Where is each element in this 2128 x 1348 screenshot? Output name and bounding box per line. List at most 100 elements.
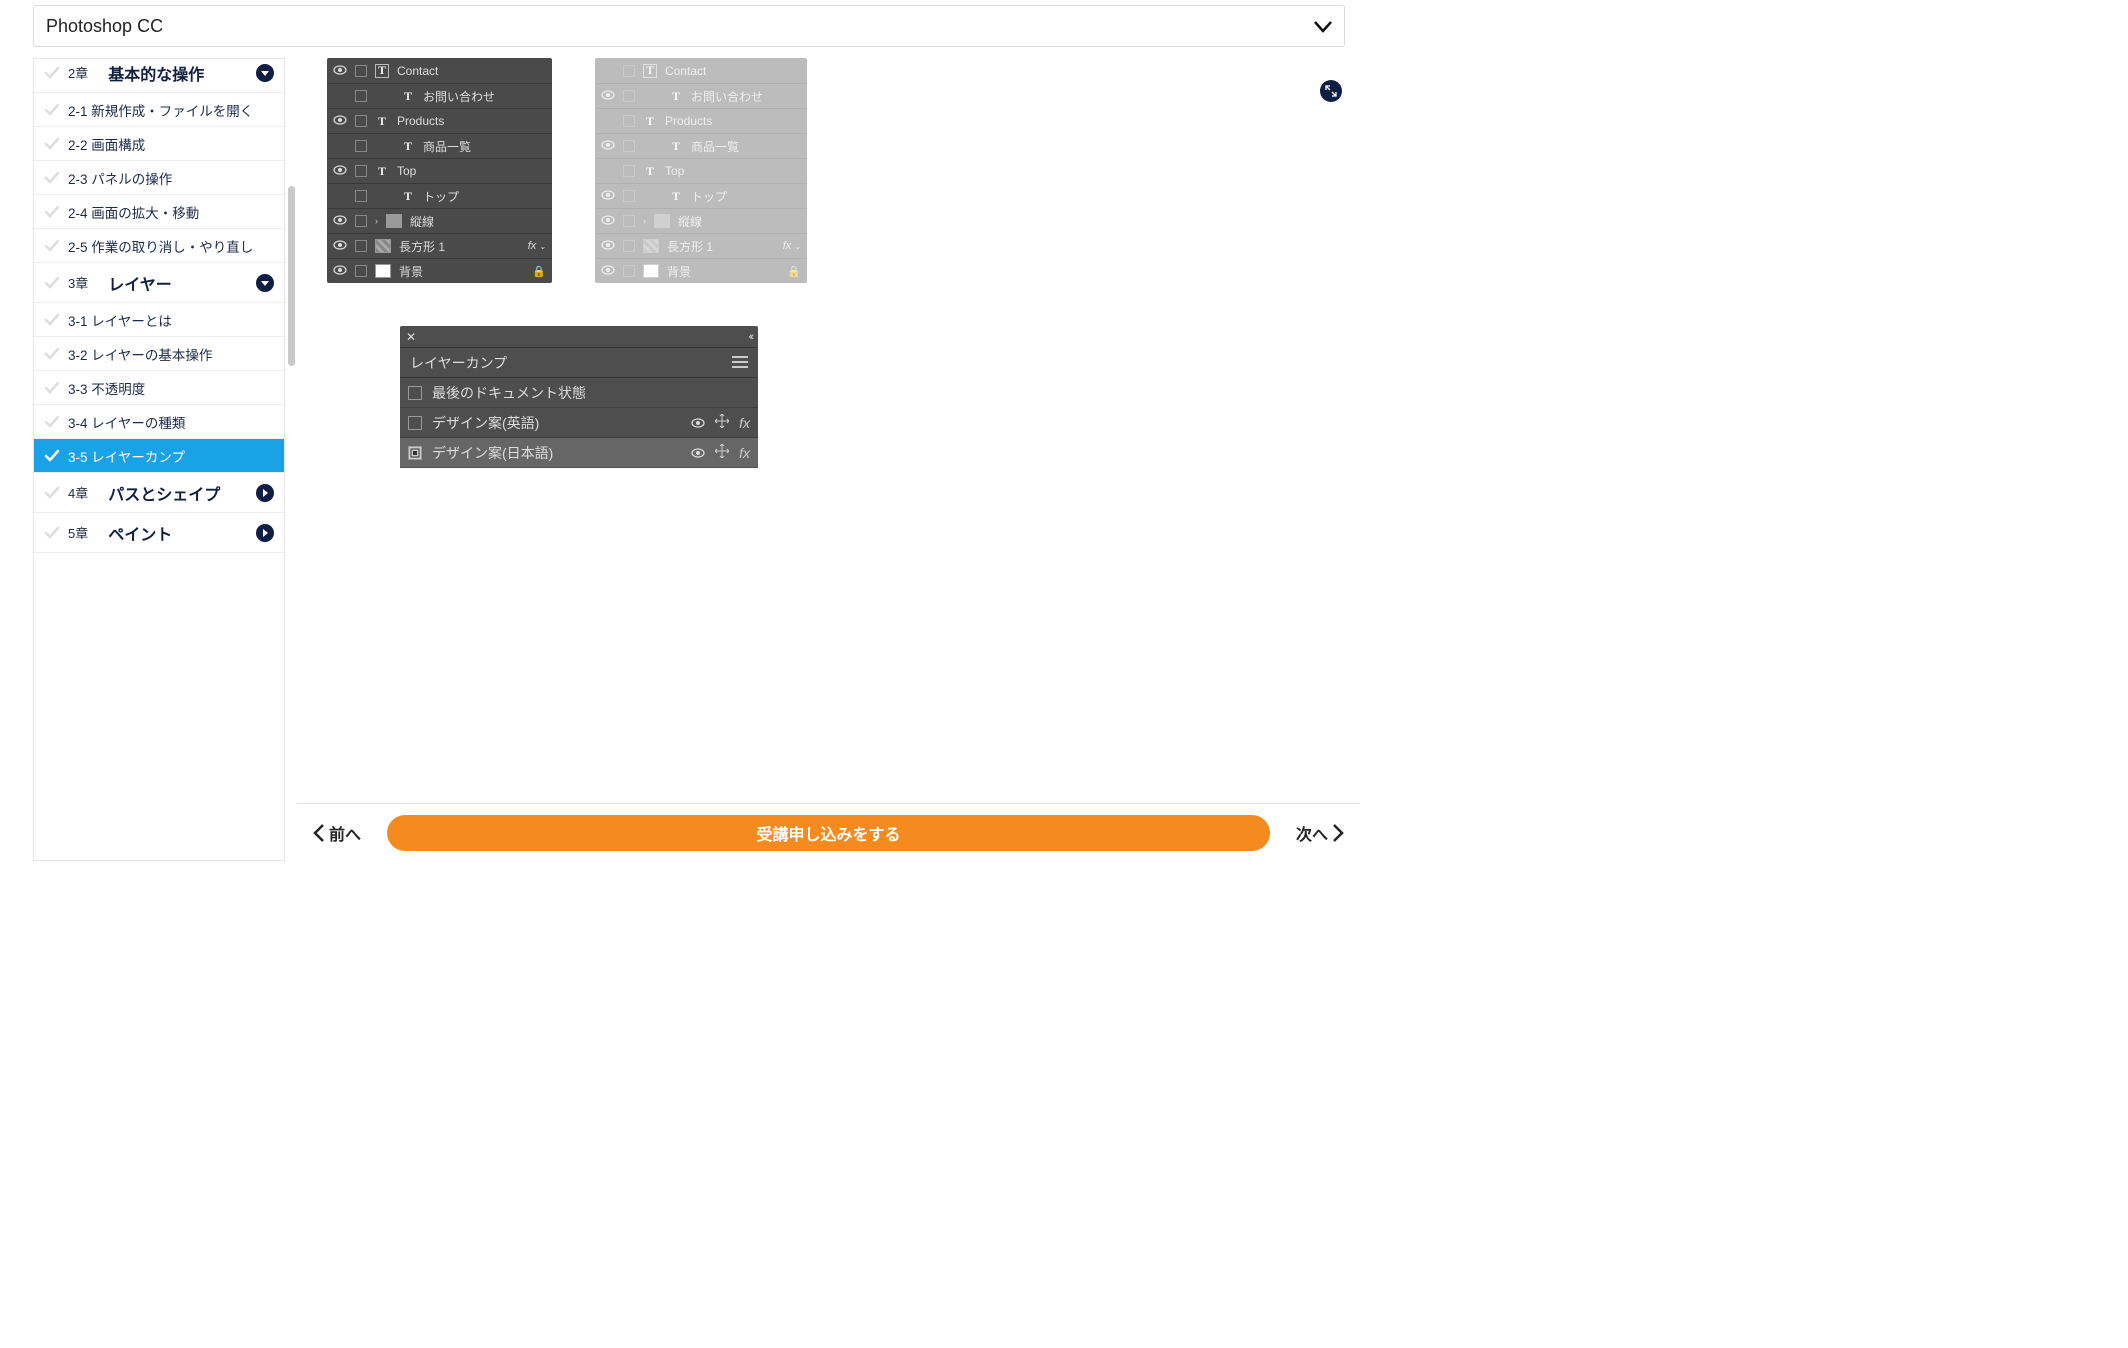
layer-select-box (355, 240, 367, 252)
comp-icons: fx (691, 414, 750, 431)
visibility-icon (333, 114, 347, 128)
chapter-toggle-icon[interactable] (256, 524, 274, 542)
layer-name: Contact (665, 64, 706, 78)
text-layer-icon: T (643, 64, 657, 78)
visibility-icon (333, 64, 347, 78)
check-icon (44, 136, 60, 152)
layer-row: T Top (327, 158, 552, 183)
visibility-icon (333, 239, 347, 253)
lock-icon: 🔒 (787, 265, 801, 278)
chapter-number: 5章 (68, 523, 88, 542)
chevron-down-icon (1314, 13, 1332, 39)
layer-name: お問い合わせ (423, 88, 495, 105)
layer-name: トップ (691, 188, 727, 205)
lesson-item[interactable]: 3-1 レイヤーとは (34, 303, 284, 337)
lesson-label: 3-2 レイヤーの基本操作 (68, 344, 212, 364)
lesson-bottom-nav: 前へ 受講申し込みをする 次へ (297, 803, 1360, 861)
lesson-item[interactable]: 2-2 画面構成 (34, 127, 284, 161)
layer-select-box (355, 165, 367, 177)
prev-button[interactable]: 前へ (307, 821, 367, 845)
layer-name: 商品一覧 (691, 138, 739, 155)
comp-label: デザイン案(英語) (432, 413, 539, 433)
lesson-label: 2-4 画面の拡大・移動 (68, 202, 199, 222)
chapter-title: ペイント (108, 521, 172, 545)
visibility-icon (333, 214, 347, 228)
layer-select-box (623, 115, 635, 127)
chevron-left-icon (313, 824, 325, 842)
layer-name: 商品一覧 (423, 138, 471, 155)
layer-name: 長方形 1 (667, 238, 713, 255)
layer-name: Contact (397, 64, 438, 78)
photoshop-layer-comps-panel: ✕ ‹‹ レイヤーカンプ 最後のドキュメント状態デザイン案(英語)fxデザイン案… (400, 326, 758, 468)
visibility-icon (601, 89, 615, 103)
layer-row: TProducts (327, 108, 552, 133)
comp-panel-header: ✕ ‹‹ (400, 326, 758, 348)
comp-panel-tab: レイヤーカンプ (400, 348, 758, 378)
enroll-button[interactable]: 受講申し込みをする (387, 815, 1270, 851)
lesson-item[interactable]: 2-1 新規作成・ファイルを開く (34, 93, 284, 127)
layer-row: T トップ (595, 183, 807, 208)
layer-row: T 商品一覧 (595, 133, 807, 158)
layer-select-box (355, 190, 367, 202)
move-icon (715, 444, 729, 461)
comp-label: 最後のドキュメント状態 (432, 383, 586, 403)
check-icon (44, 448, 60, 464)
layer-select-box (623, 140, 635, 152)
layer-name: トップ (423, 188, 459, 205)
check-icon (44, 204, 60, 220)
chapter-toggle-icon[interactable] (256, 484, 274, 502)
layer-select-box (355, 265, 367, 277)
lesson-label: 2-3 パネルの操作 (68, 168, 172, 188)
collapse-icon: ‹‹ (749, 331, 752, 343)
comp-checkbox (408, 386, 422, 400)
visibility-icon (333, 264, 347, 278)
lesson-label: 3-3 不透明度 (68, 378, 145, 398)
lesson-item[interactable]: 3-4 レイヤーの種類 (34, 405, 284, 439)
visibility-icon (691, 415, 705, 431)
close-icon: ✕ (406, 330, 416, 344)
fullscreen-button[interactable] (1320, 80, 1342, 102)
chevron-right-icon (1332, 824, 1344, 842)
comp-checkbox (408, 416, 422, 430)
layer-name: 縦線 (410, 213, 434, 230)
folder-icon (654, 214, 670, 228)
chapter-header[interactable]: 5章 ペイント (34, 513, 284, 553)
sidebar-scrollbar[interactable] (288, 58, 295, 538)
check-icon (44, 275, 60, 291)
lesson-sidebar: 1-4 ショートカットを覚えよう2章基本的な操作2-1 新規作成・ファイルを開く… (33, 58, 285, 861)
lesson-list-scroll[interactable]: 1-4 ショートカットを覚えよう2章基本的な操作2-1 新規作成・ファイルを開く… (34, 59, 284, 860)
chapter-header[interactable]: 3章レイヤー (34, 263, 284, 303)
next-label: 次へ (1296, 821, 1328, 845)
lesson-item[interactable]: 3-5 レイヤーカンプ (34, 439, 284, 473)
lesson-item[interactable]: 3-3 不透明度 (34, 371, 284, 405)
lesson-item[interactable]: 2-5 作業の取り消し・やり直し (34, 229, 284, 263)
fx-indicator: fx⌄ (528, 240, 546, 252)
layer-row: 長方形 1fx⌄ (327, 233, 552, 258)
next-button[interactable]: 次へ (1290, 821, 1350, 845)
scrollbar-thumb[interactable] (288, 186, 295, 366)
photoshop-layers-panel-b: TContactTお問い合わせTProductsT商品一覧TTopTトップ›縦線… (595, 58, 807, 283)
lesson-item[interactable]: 2-4 画面の拡大・移動 (34, 195, 284, 229)
layer-name: Top (665, 164, 684, 178)
lesson-label: 2-1 新規作成・ファイルを開く (68, 100, 253, 120)
lesson-item[interactable]: 2-3 パネルの操作 (34, 161, 284, 195)
layer-name: Products (665, 114, 712, 128)
layer-name: Top (397, 164, 416, 178)
visibility-icon (601, 264, 615, 278)
course-dropdown[interactable]: Photoshop CC (33, 5, 1345, 47)
chapter-toggle-icon[interactable] (256, 64, 274, 82)
text-layer-icon: T (643, 164, 657, 178)
chapter-header[interactable]: 2章基本的な操作 (34, 59, 284, 93)
chapter-toggle-icon[interactable] (256, 274, 274, 292)
chapter-title: パスとシェイプ (108, 481, 220, 505)
layer-row: 長方形 1fx⌄ (595, 233, 807, 258)
chapter-header[interactable]: 4章パスとシェイプ (34, 473, 284, 513)
text-layer-icon: T (669, 139, 683, 153)
background-layer-icon (375, 264, 391, 278)
chapter-title: レイヤー (108, 271, 172, 295)
layer-select-box (355, 90, 367, 102)
text-layer-icon: T (375, 164, 389, 178)
text-layer-icon: T (669, 189, 683, 203)
lesson-item[interactable]: 3-2 レイヤーの基本操作 (34, 337, 284, 371)
check-icon (44, 312, 60, 328)
